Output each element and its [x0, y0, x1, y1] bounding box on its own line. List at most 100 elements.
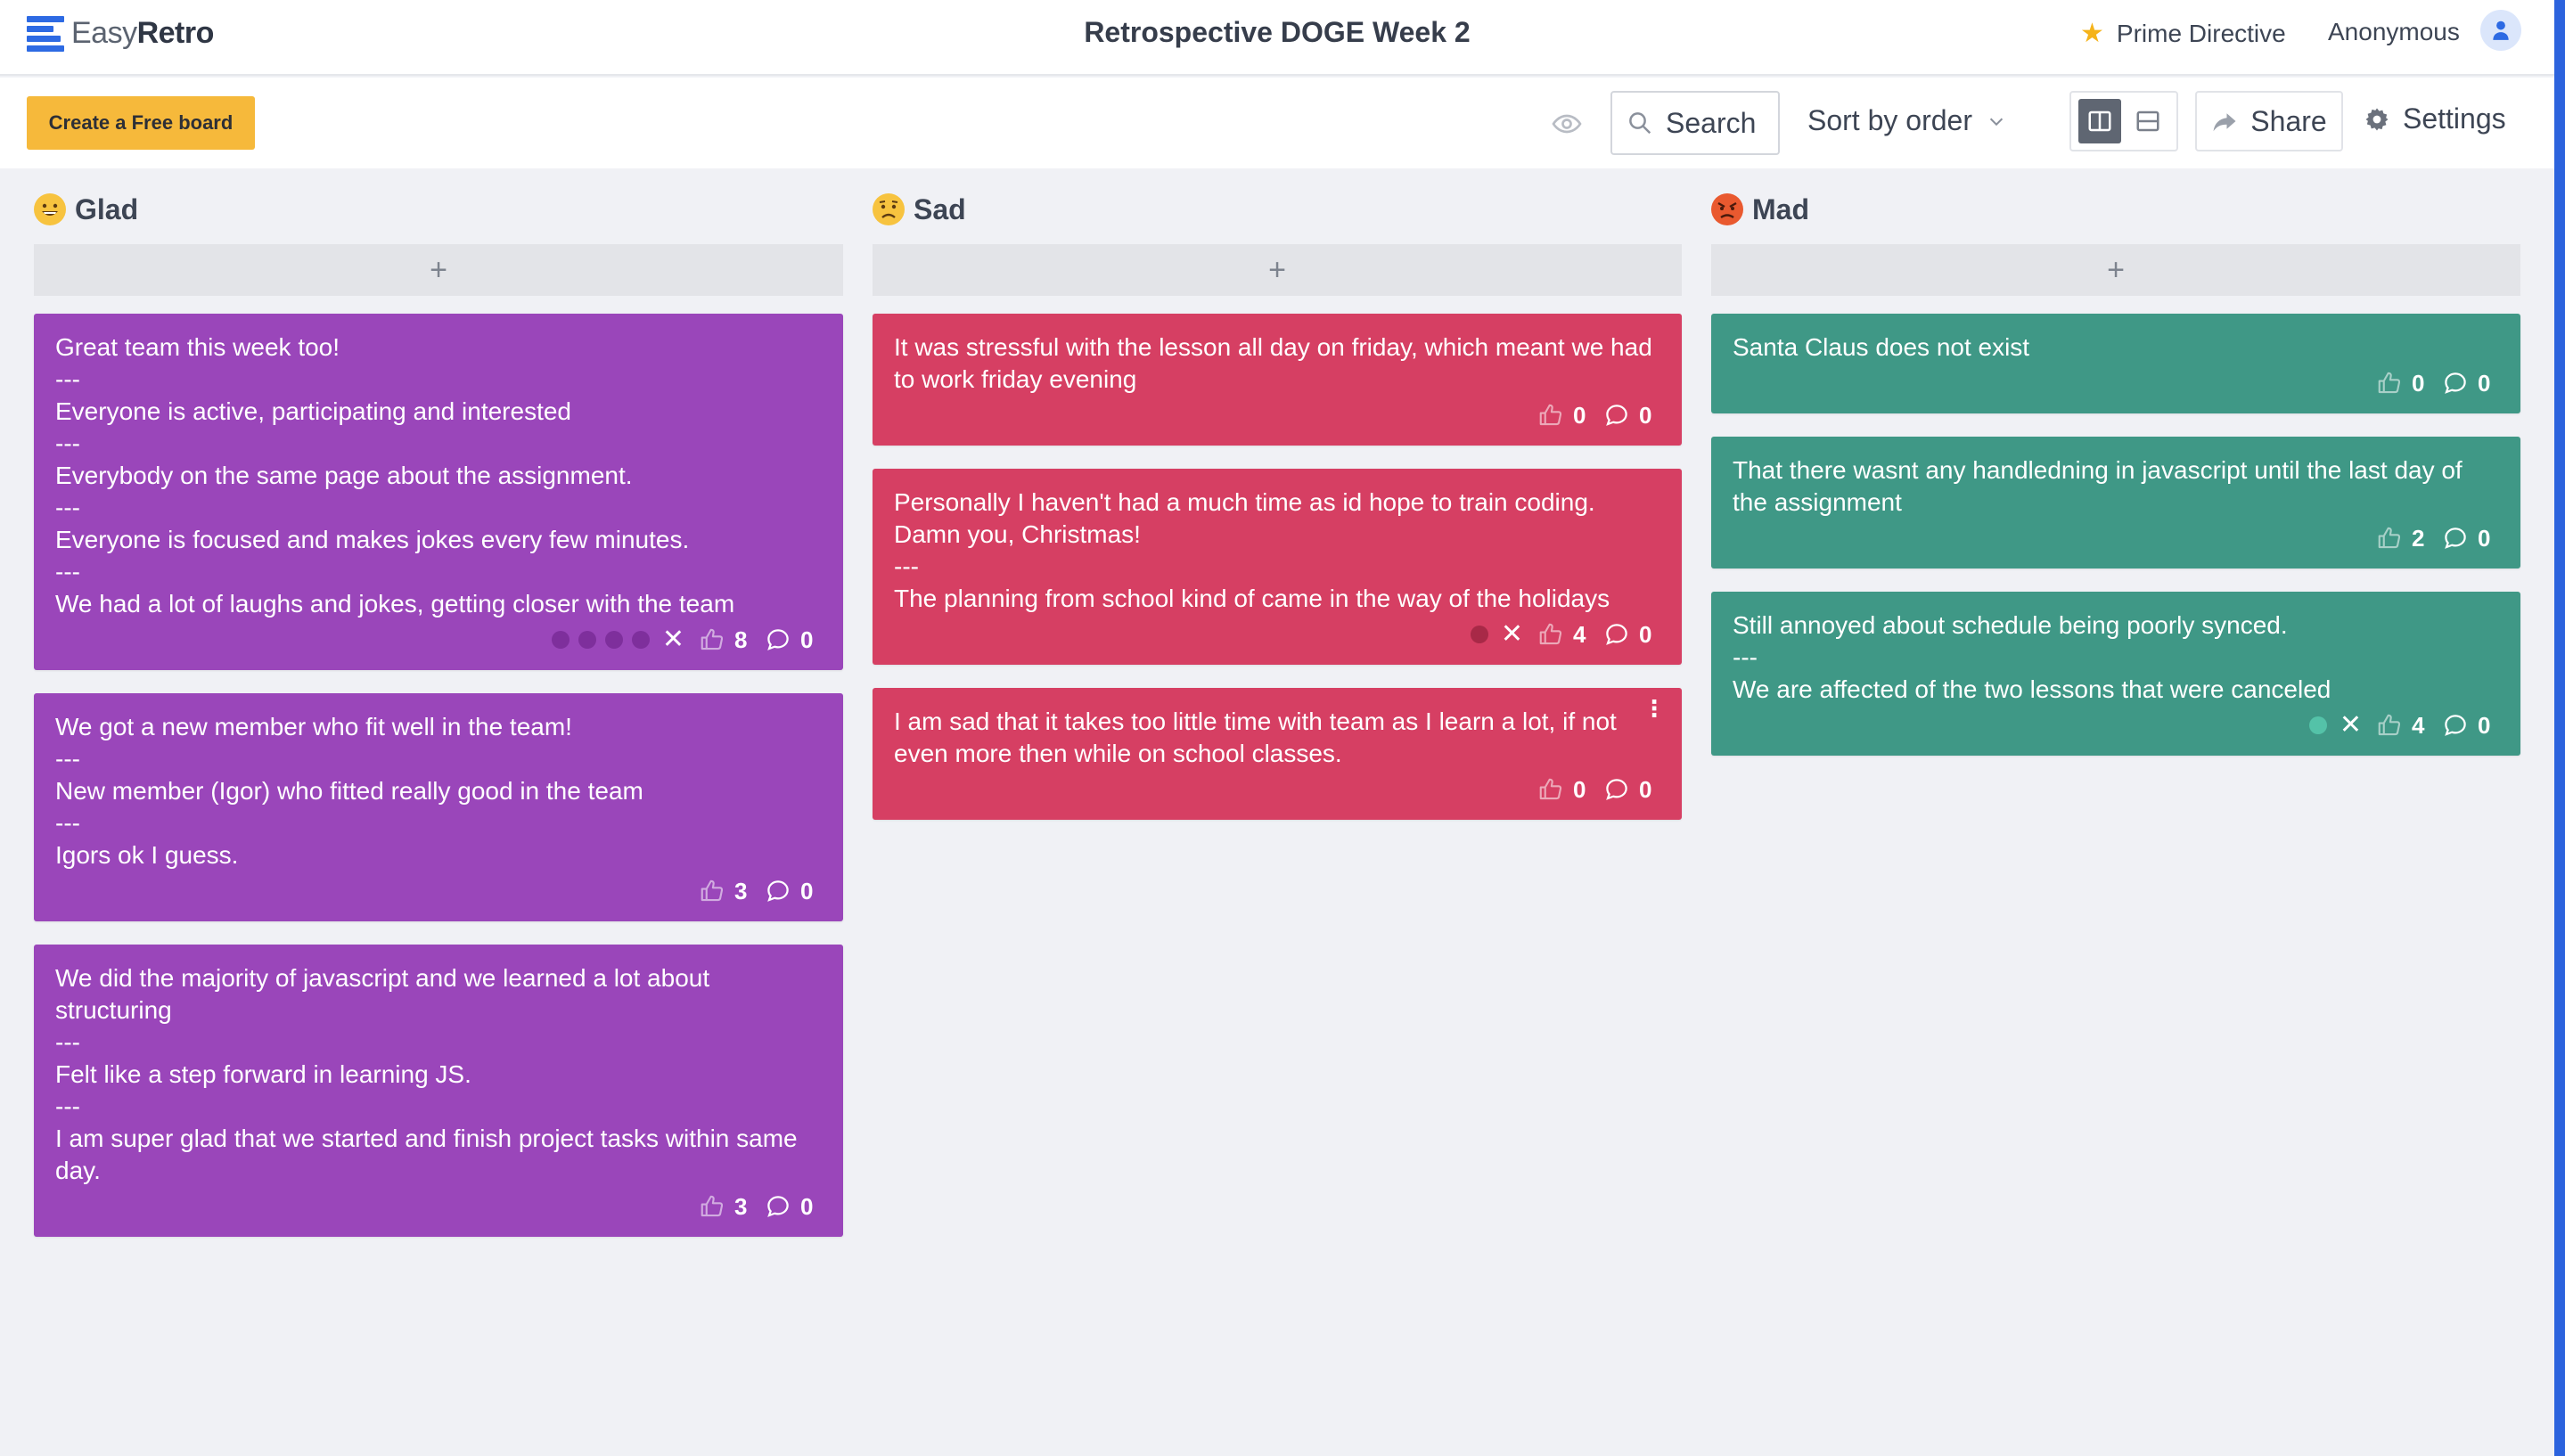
- vote-count: 8: [734, 626, 748, 653]
- row-view-button[interactable]: [2127, 99, 2169, 143]
- retro-card[interactable]: It was stressful with the lesson all day…: [873, 314, 1682, 446]
- card-line: We got a new member who fit well in the …: [55, 713, 572, 740]
- card-line: ---: [894, 552, 919, 580]
- column-sad: Sad + It was stressful with the lesson a…: [873, 189, 1682, 820]
- card-text: Still annoyed about schedule being poorl…: [1733, 609, 2499, 706]
- comment-count: 0: [2478, 370, 2491, 397]
- column-title: Mad: [1752, 192, 1809, 225]
- column-title: Sad: [914, 192, 966, 225]
- merged-dot-icon[interactable]: [1470, 626, 1488, 643]
- vote-count: 0: [2412, 370, 2425, 397]
- thumbs-up-icon[interactable]: [1537, 776, 1564, 803]
- retro-card[interactable]: Great team this week too! --- Everyone is …: [34, 314, 843, 670]
- comment-icon[interactable]: [765, 1193, 791, 1220]
- card-text: We got a new member who fit well in the …: [55, 711, 822, 871]
- comment-icon[interactable]: [2442, 525, 2469, 552]
- comment-icon[interactable]: [2442, 712, 2469, 739]
- add-card-button[interactable]: +: [1711, 244, 2520, 296]
- card-footer: 00: [894, 772, 1660, 807]
- card-line: ---: [55, 558, 80, 585]
- comment-count: 0: [1639, 402, 1652, 429]
- vote-count: 4: [2412, 712, 2425, 739]
- card-line: Everyone is focused and makes jokes ever…: [55, 526, 690, 553]
- card-menu-icon[interactable]: ⋮: [1643, 697, 1666, 720]
- merged-dot-icon[interactable]: [631, 631, 650, 649]
- thumbs-up-icon[interactable]: [1537, 621, 1564, 648]
- user-name[interactable]: Anonymous: [2328, 18, 2460, 46]
- comment-icon[interactable]: [1603, 402, 1630, 429]
- retro-card[interactable]: We got a new member who fit well in the …: [34, 693, 843, 921]
- comment-icon[interactable]: [765, 878, 791, 904]
- card-line: New member (Igor) who fitted really good…: [55, 777, 643, 805]
- card-line: ---: [55, 365, 80, 393]
- scrollbar[interactable]: [2554, 0, 2565, 1456]
- retro-card[interactable]: Santa Claus does not exist 0 0: [1711, 314, 2520, 413]
- thumbs-up-icon[interactable]: [699, 626, 725, 653]
- card-line: Igors ok I guess.: [55, 841, 239, 869]
- comment-icon[interactable]: [765, 626, 791, 653]
- column-header: Sad: [873, 189, 1682, 230]
- share-button[interactable]: Share: [2195, 91, 2343, 151]
- card-line: We are affected of the two lessons that …: [1733, 675, 2331, 703]
- eye-icon[interactable]: [1551, 108, 1583, 140]
- create-free-board-button[interactable]: Create a Free board: [27, 96, 255, 150]
- card-footer: ✕ 8 0: [55, 622, 822, 658]
- vote-count: 4: [1573, 621, 1586, 648]
- card-line: ---: [55, 745, 80, 773]
- prime-directive-link[interactable]: ★ Prime Directive: [2080, 18, 2286, 49]
- card-line: I am sad that it takes too little time w…: [894, 708, 1617, 767]
- card-text: I am sad that it takes too little time w…: [894, 706, 1660, 770]
- merged-dot-icon[interactable]: [604, 631, 623, 649]
- retro-card[interactable]: ⋮ I am sad that it takes too little time …: [873, 688, 1682, 820]
- retro-card[interactable]: Personally I haven't had a much time as …: [873, 469, 1682, 665]
- unmerge-x-icon[interactable]: ✕: [1501, 618, 1523, 650]
- sort-label: Sort by order: [1807, 104, 1972, 136]
- thumbs-up-icon[interactable]: [2376, 525, 2403, 552]
- retro-card[interactable]: We did the majority of javascript and we…: [34, 945, 843, 1237]
- columns-icon: [2088, 110, 2111, 132]
- column-header: Mad: [1711, 189, 2520, 230]
- card-line: That there wasnt any handledning in java…: [1733, 456, 2463, 516]
- vote-count: 0: [1573, 776, 1586, 803]
- card-line: We had a lot of laughs and jokes, gettin…: [55, 590, 735, 618]
- avatar[interactable]: [2480, 10, 2521, 51]
- comment-icon[interactable]: [1603, 621, 1630, 648]
- thumbs-up-icon[interactable]: [2376, 370, 2403, 397]
- card-text: Personally I haven't had a much time as …: [894, 487, 1660, 615]
- card-line: Personally I haven't had a much time as …: [894, 488, 1595, 548]
- search-button[interactable]: Search: [1610, 91, 1780, 155]
- card-line: Everyone is active, participating and in…: [55, 397, 571, 425]
- share-icon: [2213, 113, 2236, 132]
- sort-dropdown[interactable]: Sort by order: [1807, 104, 2006, 137]
- merged-dot-icon[interactable]: [578, 631, 596, 649]
- comment-icon[interactable]: [2442, 370, 2469, 397]
- chevron-down-icon: [1989, 118, 2004, 126]
- column-header: Glad: [34, 189, 843, 230]
- add-card-button[interactable]: +: [34, 244, 843, 296]
- column-mad: Mad + Santa Claus does not exist 0 0 That t…: [1711, 189, 2520, 756]
- column-view-button[interactable]: [2078, 99, 2121, 143]
- search-label: Search: [1666, 106, 1757, 139]
- grinning-face-icon: [34, 193, 66, 225]
- add-card-button[interactable]: +: [873, 244, 1682, 296]
- card-line: We did the majority of javascript and we…: [55, 964, 710, 1024]
- thumbs-up-icon[interactable]: [2376, 712, 2403, 739]
- thumbs-up-icon[interactable]: [1537, 402, 1564, 429]
- card-line: Everybody on the same page about the ass…: [55, 462, 633, 489]
- comment-icon[interactable]: [1603, 776, 1630, 803]
- view-toggle: [2069, 91, 2178, 151]
- comment-count: 0: [2478, 525, 2491, 552]
- retro-card[interactable]: That there wasnt any handledning in java…: [1711, 437, 2520, 568]
- unmerge-x-icon[interactable]: ✕: [662, 624, 684, 656]
- merged-dot-icon[interactable]: [2308, 716, 2327, 734]
- merged-dot-icon[interactable]: [551, 631, 570, 649]
- card-line: ---: [55, 494, 80, 521]
- thumbs-up-icon[interactable]: [699, 1193, 725, 1220]
- thumbs-up-icon[interactable]: [699, 878, 725, 904]
- settings-button[interactable]: Settings: [2364, 102, 2506, 135]
- card-text: It was stressful with the lesson all day…: [894, 331, 1660, 396]
- retro-card[interactable]: Still annoyed about schedule being poorl…: [1711, 592, 2520, 756]
- unmerge-x-icon[interactable]: ✕: [2340, 709, 2362, 741]
- card-footer: ✕ 4 0: [1733, 708, 2499, 743]
- card-list: It was stressful with the lesson all day…: [873, 314, 1682, 820]
